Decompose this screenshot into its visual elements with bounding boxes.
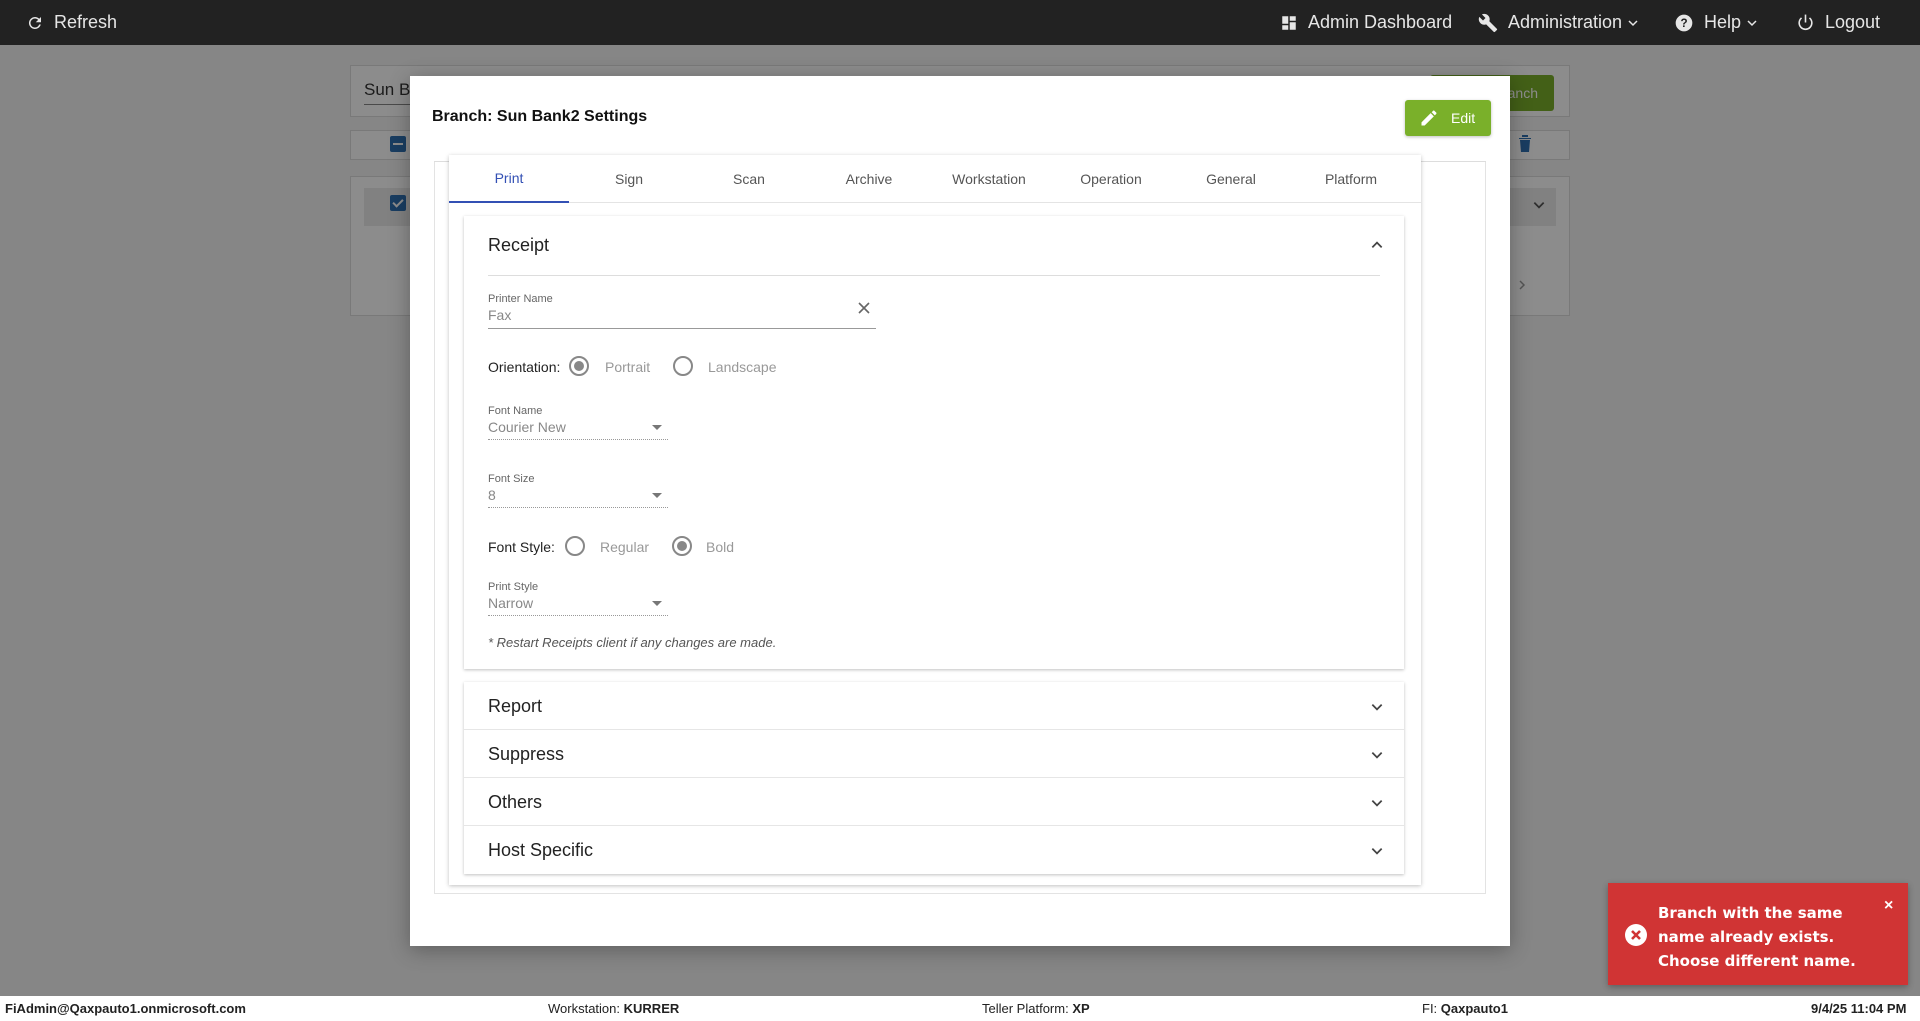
orientation-portrait-radio[interactable]	[569, 356, 589, 376]
section-host-specific-title: Host Specific	[488, 840, 594, 860]
printer-name-underline	[488, 328, 876, 329]
tab-scan[interactable]: Scan	[689, 155, 809, 203]
tab-platform[interactable]: Platform	[1291, 155, 1411, 203]
font-style-regular-radio[interactable]	[565, 536, 585, 556]
error-icon	[1625, 924, 1647, 946]
chevron-down-icon	[1747, 19, 1757, 26]
settings-tabs-card: Print Sign Scan Archive Workstation Oper…	[449, 155, 1421, 885]
printer-name-field[interactable]: Fax	[488, 307, 511, 323]
tab-archive[interactable]: Archive	[809, 155, 929, 203]
workstation-value: KURRER	[623, 1001, 680, 1016]
help-label: Help	[1704, 12, 1742, 32]
section-suppress[interactable]: Suppress	[464, 730, 1404, 778]
font-style-label: Font Style:	[488, 539, 555, 555]
printer-name-label: Printer Name	[488, 293, 553, 305]
tab-workstation[interactable]: Workstation	[929, 155, 1049, 203]
footer-datetime: 9/4/25 11:04 PM	[1811, 1001, 1907, 1016]
tab-operation[interactable]: Operation	[1051, 155, 1171, 203]
settings-tabs: Print Sign Scan Archive Workstation Oper…	[449, 155, 1421, 203]
font-style-bold-radio[interactable]	[672, 536, 692, 556]
tab-print[interactable]: Print	[449, 155, 569, 203]
pencil-icon	[1421, 110, 1437, 126]
section-report[interactable]: Report	[464, 682, 1404, 730]
footer-platform: Teller Platform: XP	[982, 1001, 1090, 1016]
toast-close-button[interactable]: ×	[1884, 897, 1893, 915]
admin-dashboard-label: Admin Dashboard	[1308, 12, 1453, 32]
font-name-select[interactable]: Courier New	[488, 419, 566, 435]
section-report-title: Report	[488, 696, 543, 716]
edit-button[interactable]: Edit	[1405, 100, 1491, 136]
logout-label: Logout	[1825, 12, 1881, 32]
receipt-panel: Receipt Printer Name Fax Orientation: Po…	[464, 216, 1404, 669]
section-others-title: Others	[488, 792, 543, 812]
branch-settings-modal: Branch: Sun Bank2 Settings Edit Print Si…	[410, 76, 1510, 946]
print-style-underline	[488, 615, 668, 616]
toast-message: Branch with the same name already exists…	[1658, 904, 1856, 970]
font-name-underline	[488, 439, 668, 440]
refresh-label: Refresh	[54, 12, 118, 32]
edit-label: Edit	[1451, 110, 1476, 126]
chevron-down-icon	[1371, 800, 1383, 807]
clear-icon[interactable]	[858, 302, 870, 314]
dropdown-arrow-icon[interactable]	[652, 425, 662, 430]
wrench-icon	[1478, 13, 1498, 32]
power-icon	[1798, 14, 1813, 31]
tab-general[interactable]: General	[1171, 155, 1291, 203]
footer-fi: FI: Qaxpauto1	[1422, 1001, 1508, 1016]
chevron-down-icon	[1371, 848, 1383, 855]
error-toast: Branch with the same name already exists…	[1608, 883, 1908, 985]
chevron-up-icon[interactable]	[1370, 238, 1384, 252]
receipt-title[interactable]: Receipt	[488, 235, 549, 256]
regular-label: Regular	[600, 539, 650, 555]
restart-note: * Restart Receipts client if any changes…	[488, 635, 777, 650]
tab-sign[interactable]: Sign	[569, 155, 689, 203]
admin-dashboard-link[interactable]: Admin Dashboard	[1280, 0, 1452, 45]
landscape-label: Landscape	[708, 359, 777, 375]
orientation-landscape-radio[interactable]	[673, 356, 693, 376]
platform-label: Teller Platform:	[982, 1001, 1069, 1016]
footer-user: FiAdmin@Qaxpauto1.onmicrosoft.com	[5, 1001, 246, 1016]
portrait-label: Portrait	[605, 359, 651, 375]
administration-label: Administration	[1508, 12, 1623, 32]
dropdown-arrow-icon[interactable]	[652, 601, 662, 606]
dashboard-icon	[1282, 15, 1296, 30]
font-size-underline	[488, 507, 668, 508]
font-size-select[interactable]: 8	[488, 487, 496, 503]
status-footer: FiAdmin@Qaxpauto1.onmicrosoft.com Workst…	[0, 996, 1920, 1021]
font-name-label: Font Name	[488, 405, 543, 417]
help-menu[interactable]: ? Help	[1674, 0, 1758, 45]
print-style-label: Print Style	[488, 581, 539, 593]
svg-text:?: ?	[1680, 17, 1687, 30]
modal-title: Branch: Sun Bank2 Settings	[432, 108, 648, 125]
print-style-select[interactable]: Narrow	[488, 595, 533, 611]
divider	[488, 275, 1380, 276]
fi-label: FI:	[1422, 1001, 1438, 1016]
section-host-specific[interactable]: Host Specific	[464, 826, 1404, 874]
refresh-button[interactable]: Refresh	[26, 0, 117, 45]
orientation-label: Orientation:	[488, 359, 561, 375]
logout-button[interactable]: Logout	[1796, 0, 1880, 45]
section-others[interactable]: Others	[464, 778, 1404, 826]
footer-workstation: Workstation: KURRER	[548, 1001, 679, 1016]
administration-menu[interactable]: Administration	[1478, 0, 1639, 45]
workstation-label: Workstation:	[548, 1001, 621, 1016]
font-size-label: Font Size	[488, 473, 535, 485]
top-navigation-bar: Refresh Admin Dashboard Administration ?…	[0, 0, 1920, 45]
settings-sections: Report Suppress Others Host Specific	[464, 682, 1404, 874]
chevron-down-icon	[1371, 752, 1383, 759]
section-suppress-title: Suppress	[488, 744, 565, 764]
fi-value: Qaxpauto1	[1440, 1001, 1508, 1016]
help-icon: ?	[1675, 14, 1693, 31]
refresh-icon	[28, 16, 41, 29]
chevron-down-icon	[1628, 19, 1638, 26]
platform-value: XP	[1072, 1001, 1090, 1016]
dropdown-arrow-icon[interactable]	[652, 493, 662, 498]
chevron-down-icon	[1371, 704, 1383, 711]
bold-label: Bold	[706, 539, 735, 555]
